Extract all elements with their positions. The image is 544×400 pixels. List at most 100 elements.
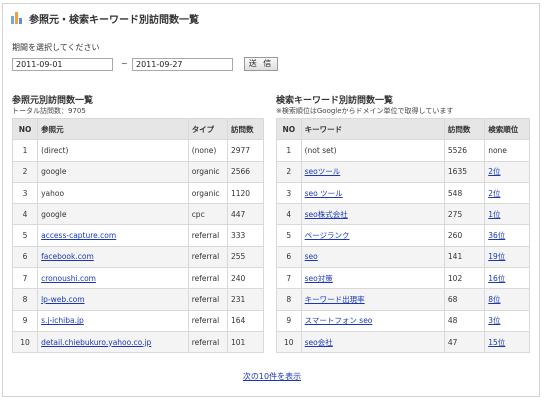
source-cell: (direct) — [37, 139, 189, 162]
visit-count: 141 — [443, 245, 486, 269]
table-row: 7 seo対策 102 16位 — [276, 267, 530, 290]
keyword-link[interactable]: seo株式会社 — [305, 210, 348, 219]
rank-link[interactable]: 8位 — [488, 295, 500, 304]
referrers-table: NO 参照元 タイプ 訪問数 1 (direct) (none) 2977 2 googl… — [11, 117, 265, 354]
table-row: 8 キーワード出現率 68 8位 — [276, 288, 530, 311]
visit-count: 275 — [443, 203, 486, 226]
visit-count: 240 — [226, 267, 265, 290]
source-link[interactable]: detail.chiebukuro.yahoo.co.jp — [41, 338, 151, 347]
visit-count: 47 — [443, 330, 486, 354]
submit-button[interactable]: 送 信 — [244, 57, 278, 71]
rank-cell: 8位 — [484, 288, 530, 311]
page-title: 参照元・検索キーワード別訪問数一覧 — [29, 14, 199, 26]
column-header: NO — [11, 117, 39, 141]
column-header: 訪問数 — [226, 117, 265, 141]
row-number: 9 — [276, 309, 302, 332]
visit-count: 447 — [226, 203, 265, 226]
source-cell: google — [37, 203, 189, 226]
keyword-cell: seo — [300, 245, 445, 269]
source-link[interactable]: cronoushi.com — [41, 274, 96, 283]
source-type: organic — [187, 181, 228, 205]
visit-count: 255 — [226, 245, 265, 269]
row-number: 5 — [11, 224, 39, 247]
keyword-cell: seo対策 — [300, 267, 445, 290]
rank-link[interactable]: 2位 — [488, 167, 500, 176]
source-link[interactable]: access-capture.com — [41, 231, 116, 240]
row-number: 6 — [11, 245, 39, 269]
keyword-link[interactable]: seo対策 — [305, 274, 333, 283]
rank-link[interactable]: 15位 — [488, 338, 505, 347]
table-row: 3 yahoo organic 1120 — [11, 181, 265, 205]
table-row: 6 seo 141 19位 — [276, 245, 530, 269]
keyword-link[interactable]: キーワード出現率 — [305, 295, 365, 304]
rank-text: none — [488, 145, 507, 155]
source-link[interactable]: s.j-ichiba.jp — [41, 316, 84, 325]
keyword-cell: seoツール — [300, 160, 445, 183]
rank-link[interactable]: 2位 — [488, 189, 500, 198]
start-date-input[interactable] — [12, 58, 113, 71]
keyword-link[interactable]: seoツール — [305, 167, 341, 176]
keywords-table: NO キーワード 訪問数 検索順位 1 (not set) 5526 none 2 seo… — [276, 117, 530, 354]
row-number: 8 — [276, 288, 302, 311]
table-row: 10 detail.chiebukuro.yahoo.co.jp referral 1… — [11, 330, 265, 354]
source-cell: yahoo — [37, 181, 189, 205]
rank-link[interactable]: 19位 — [488, 252, 505, 261]
source-type: referral — [187, 245, 228, 269]
source-name: google — [41, 209, 67, 219]
end-date-input[interactable] — [132, 58, 233, 71]
rank-link[interactable]: 3位 — [488, 316, 500, 325]
keyword-cell: seo会社 — [300, 330, 445, 354]
table-row: 2 seoツール 1635 2位 — [276, 160, 530, 183]
visit-count: 5526 — [443, 139, 486, 162]
source-link[interactable]: facebook.com — [41, 252, 94, 261]
source-cell: google — [37, 160, 189, 183]
source-type: (none) — [187, 139, 228, 162]
table-row: 1 (direct) (none) 2977 — [11, 139, 265, 162]
rank-cell: 3位 — [484, 309, 530, 332]
rank-cell: 2位 — [484, 181, 530, 205]
keyword-link[interactable]: seo会社 — [305, 338, 333, 347]
keyword-link[interactable]: ページランク — [305, 231, 350, 240]
bar-chart-icon — [10, 11, 24, 25]
keyword-link[interactable]: seo — [305, 252, 318, 261]
next-10-link[interactable]: 次の10件を表示 — [243, 372, 301, 381]
table-row: 6 facebook.com referral 255 — [11, 245, 265, 269]
row-number: 2 — [11, 160, 39, 183]
rank-link[interactable]: 36位 — [488, 231, 505, 240]
table-row: 9 s.j-ichiba.jp referral 164 — [11, 309, 265, 332]
referrers-title: 参照元別訪問数一覧 — [12, 96, 94, 106]
source-name: yahoo — [41, 188, 65, 198]
source-type: organic — [187, 160, 228, 183]
rank-link[interactable]: 1位 — [488, 210, 500, 219]
visit-count: 164 — [226, 309, 265, 332]
row-number: 10 — [11, 330, 39, 354]
keyword-link[interactable]: seo ツール — [305, 189, 343, 198]
table-row: 2 google organic 2566 — [11, 160, 265, 183]
visit-count: 231 — [226, 288, 265, 311]
visit-count: 2566 — [226, 160, 265, 183]
source-cell: lp-web.com — [37, 288, 189, 311]
column-header: キーワード — [300, 117, 445, 141]
source-type: referral — [187, 224, 228, 247]
source-type: referral — [187, 330, 228, 354]
row-number: 3 — [276, 181, 302, 205]
rank-link[interactable]: 16位 — [488, 274, 505, 283]
keyword-cell: seo ツール — [300, 181, 445, 205]
visit-count: 548 — [443, 181, 486, 205]
source-cell: cronoushi.com — [37, 267, 189, 290]
keywords-note: ※検索順位はGoogleからドメイン単位で取得しています — [276, 107, 454, 115]
table-header-row: NO キーワード 訪問数 検索順位 — [276, 117, 530, 141]
keyword-cell: seo株式会社 — [300, 203, 445, 226]
source-type: cpc — [187, 203, 228, 226]
row-number: 5 — [276, 224, 302, 247]
keywords-title: 検索キーワード別訪問数一覧 — [276, 96, 394, 106]
column-header: タイプ — [187, 117, 228, 141]
table-row: 10 seo会社 47 15位 — [276, 330, 530, 354]
visit-count: 68 — [443, 288, 486, 311]
source-link[interactable]: lp-web.com — [41, 295, 84, 304]
keyword-link[interactable]: スマートフォン seo — [305, 316, 373, 325]
visit-count: 102 — [443, 267, 486, 290]
row-number: 4 — [11, 203, 39, 226]
source-type: referral — [187, 288, 228, 311]
row-number: 2 — [276, 160, 302, 183]
